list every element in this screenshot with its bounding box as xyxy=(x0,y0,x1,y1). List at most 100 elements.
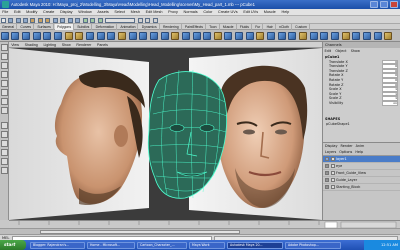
uv-editor-icon[interactable] xyxy=(203,32,212,40)
mirror-geometry-icon[interactable] xyxy=(192,32,201,40)
hypershade-layout-icon[interactable] xyxy=(1,167,8,174)
menu-mesh[interactable]: Mesh xyxy=(128,9,142,15)
maximize-button[interactable] xyxy=(380,1,388,8)
graph-editor-layout-icon[interactable] xyxy=(1,158,8,165)
taskbar-item[interactable]: Maya Work xyxy=(189,241,225,249)
collapse-icon[interactable] xyxy=(363,32,371,40)
open-scene-icon[interactable] xyxy=(15,17,21,23)
menu-edit-uvs[interactable]: Edit UVs xyxy=(241,9,260,15)
poke-face-icon[interactable] xyxy=(331,32,340,40)
shelf-tab-hair[interactable]: Hair xyxy=(265,24,276,30)
menu-set-dropdown[interactable] xyxy=(0,17,6,23)
poly-torus-icon[interactable] xyxy=(53,32,62,40)
insert-edge-loop-icon[interactable] xyxy=(160,32,169,40)
wedge-face-icon[interactable] xyxy=(341,32,350,40)
poly-plane-icon[interactable] xyxy=(43,32,52,40)
menu-muscle[interactable]: Muscle xyxy=(262,9,278,15)
snap-grid-icon[interactable] xyxy=(52,17,58,23)
reverse-normals-icon[interactable] xyxy=(277,32,286,40)
snap-plane-icon[interactable] xyxy=(75,17,81,23)
ipr-render-icon[interactable] xyxy=(90,17,96,23)
poly-cube-icon[interactable] xyxy=(11,32,20,40)
layer-row[interactable]: Veye xyxy=(323,163,400,170)
extract-icon[interactable] xyxy=(85,32,94,40)
shelf-tab-fluids[interactable]: Fluids xyxy=(238,24,252,30)
layer-visibility-toggle[interactable]: V xyxy=(325,163,329,168)
layer-menu-help[interactable]: Help xyxy=(355,150,363,154)
outliner-layout-icon[interactable] xyxy=(1,149,8,156)
soften-edge-icon[interactable] xyxy=(256,32,265,40)
planar-mapping-icon[interactable] xyxy=(213,32,222,40)
combine-icon[interactable] xyxy=(64,32,73,40)
menu-proxy[interactable]: Proxy xyxy=(166,9,180,15)
layer-row[interactable]: V Guide_Layer xyxy=(323,177,400,184)
attr-row[interactable]: Visibility on xyxy=(323,100,400,106)
menu-window[interactable]: Window xyxy=(76,9,94,15)
scale-tool-icon[interactable] xyxy=(1,89,8,96)
shelf-tab-deformation[interactable]: Deformation xyxy=(94,24,118,30)
select-component-icon[interactable] xyxy=(45,17,51,23)
snap-point-icon[interactable] xyxy=(67,17,73,23)
poly-cone-icon[interactable] xyxy=(32,32,41,40)
shelf-tab-general[interactable]: General xyxy=(0,24,18,30)
layer-type-toggle[interactable] xyxy=(330,156,335,161)
spherical-mapping-icon[interactable] xyxy=(235,32,244,40)
menu-assets[interactable]: Assets xyxy=(95,9,111,15)
select-hierarchy-icon[interactable] xyxy=(30,17,36,23)
shelf-tab-animation[interactable]: Animation xyxy=(118,24,139,30)
save-scene-icon[interactable] xyxy=(23,17,28,23)
poly-sphere-icon[interactable] xyxy=(0,32,9,40)
layer-visibility-toggle[interactable]: V xyxy=(325,170,329,175)
attr-value[interactable]: on xyxy=(382,100,398,106)
panel-menu-renderer[interactable]: Renderer xyxy=(74,42,93,48)
menu-select[interactable]: Select xyxy=(112,9,127,15)
quadrangulate-icon[interactable] xyxy=(309,32,318,40)
menu-normals[interactable]: Normals xyxy=(181,9,200,15)
fill-hole-icon[interactable] xyxy=(288,32,297,40)
layer-type-toggle[interactable] xyxy=(330,177,335,182)
layer-mode-render[interactable]: Render xyxy=(341,144,353,148)
select-object-icon[interactable] xyxy=(37,17,43,23)
extrude-icon[interactable] xyxy=(128,32,137,40)
bridge-icon[interactable] xyxy=(139,32,148,40)
sculpt-geometry-icon[interactable] xyxy=(320,32,329,40)
cut-faces-icon[interactable] xyxy=(384,32,393,40)
shelf-tab-subdivs[interactable]: Subdivs xyxy=(75,24,93,30)
two-view-layout-icon[interactable] xyxy=(1,140,8,147)
menu-create[interactable]: Create xyxy=(41,9,57,15)
time-slider[interactable] xyxy=(9,220,400,229)
chamfer-vertex-icon[interactable] xyxy=(373,32,382,40)
triangulate-icon[interactable] xyxy=(299,32,308,40)
menu-help[interactable]: Help xyxy=(279,9,291,15)
minimize-button[interactable] xyxy=(370,1,378,8)
shelf-tab-fur[interactable]: Fur xyxy=(253,24,264,30)
duplicate-face-icon[interactable] xyxy=(352,32,361,40)
merge-icon[interactable] xyxy=(171,32,180,40)
render-icon[interactable] xyxy=(82,17,88,23)
taskbar-item[interactable]: Cartoon_Character_... xyxy=(137,241,187,249)
layer-visibility-toggle[interactable]: V xyxy=(325,177,329,182)
lasso-tool-icon[interactable] xyxy=(1,53,8,60)
shelf-tab-custom[interactable]: Custom xyxy=(293,24,310,30)
move-tool-icon[interactable] xyxy=(1,71,8,78)
menu-file[interactable]: File xyxy=(0,9,11,15)
separate-icon[interactable] xyxy=(75,32,84,40)
menu-color[interactable]: Color xyxy=(201,9,214,15)
select-tool-icon[interactable] xyxy=(1,44,8,51)
cylindrical-mapping-icon[interactable] xyxy=(224,32,233,40)
shelf-tab-ncloth[interactable]: nCloth xyxy=(277,24,292,30)
layer-visibility-toggle[interactable]: V xyxy=(325,156,329,161)
automatic-mapping-icon[interactable] xyxy=(245,32,254,40)
attribute-editor-toggle-icon[interactable] xyxy=(137,17,143,23)
panel-menu-shading[interactable]: Shading xyxy=(22,42,40,48)
layer-menu-layers[interactable]: Layers xyxy=(325,150,336,154)
channel-menu-show[interactable]: Show xyxy=(349,48,361,53)
poly-cylinder-icon[interactable] xyxy=(22,32,30,40)
snap-curve-icon[interactable] xyxy=(60,17,66,23)
render-settings-icon[interactable] xyxy=(97,17,103,23)
tool-settings-toggle-icon[interactable] xyxy=(145,17,151,23)
menu-display[interactable]: Display xyxy=(58,9,75,15)
panel-menu-show[interactable]: Show xyxy=(60,42,73,48)
panel-menu-panels[interactable]: Panels xyxy=(95,42,110,48)
layer-visibility-toggle[interactable]: V xyxy=(325,184,329,189)
